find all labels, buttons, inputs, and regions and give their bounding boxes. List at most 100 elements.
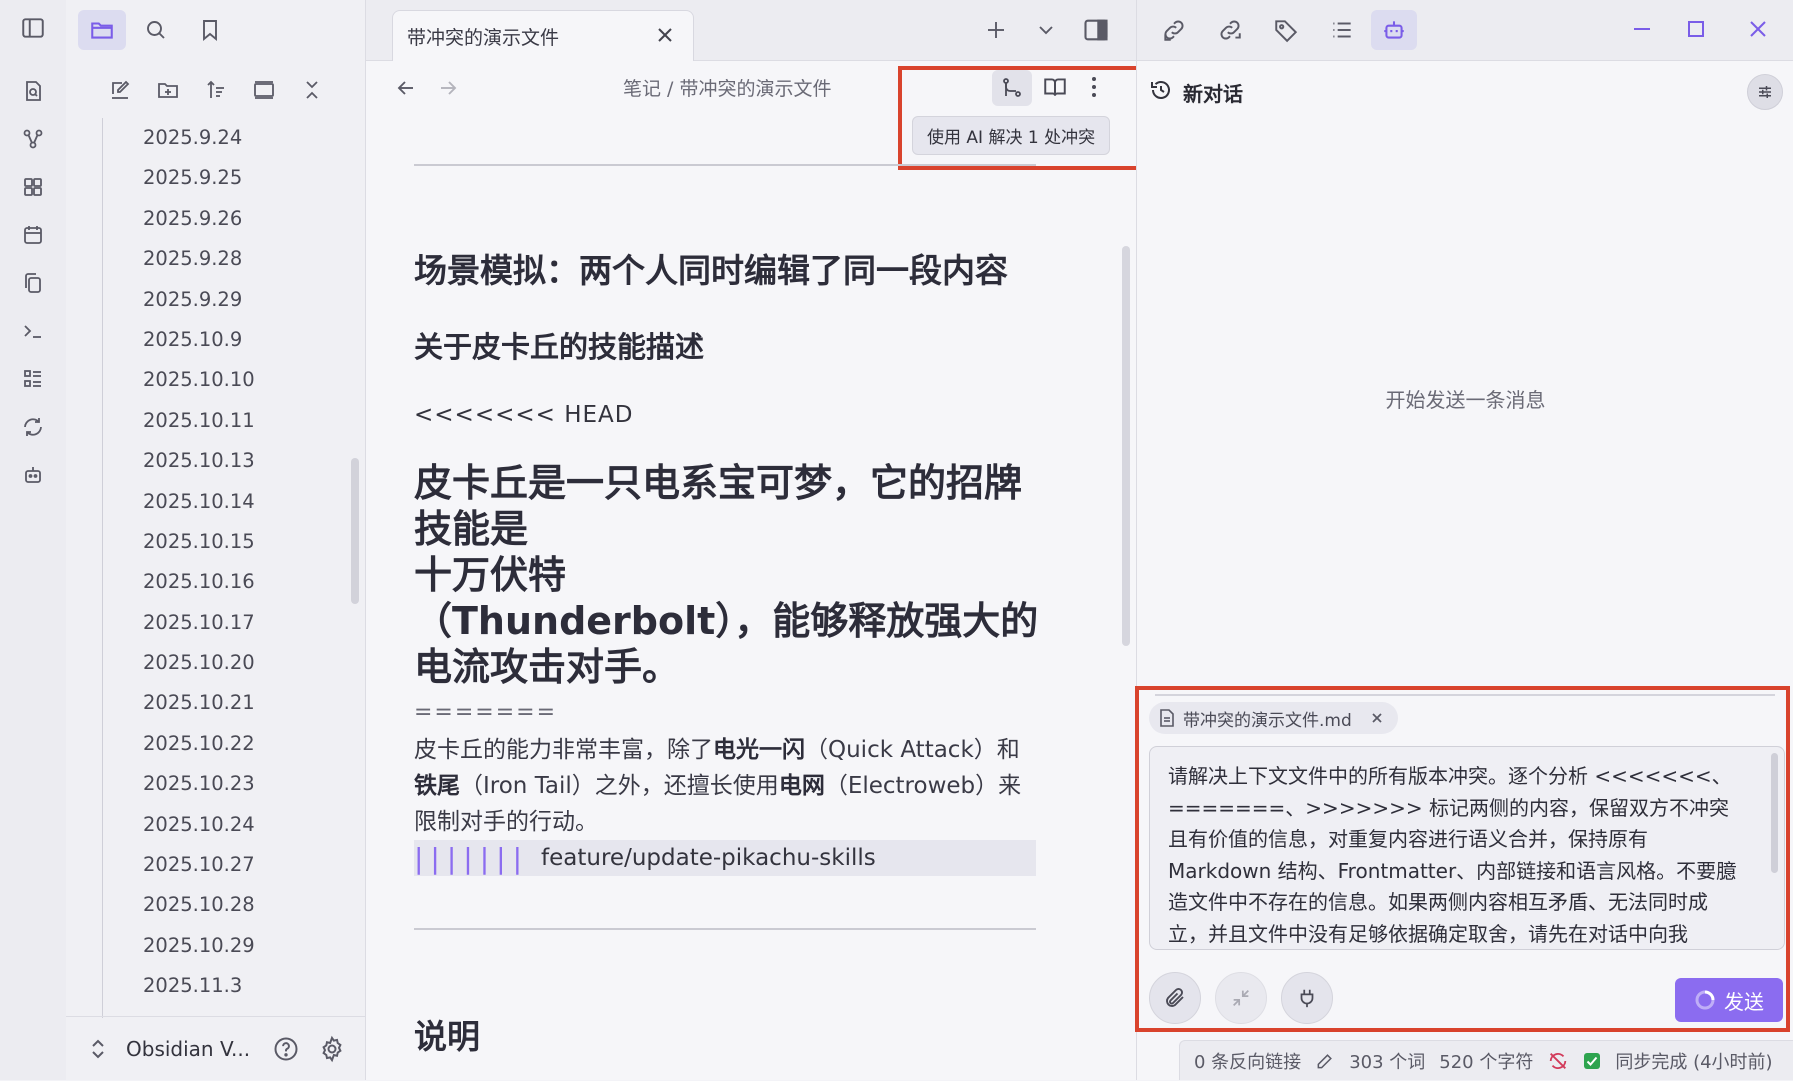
- status-backlinks[interactable]: 0 条反向链接: [1194, 1048, 1301, 1074]
- para-bold: 铁尾: [414, 773, 460, 799]
- vault-name[interactable]: Obsidian V...: [126, 1037, 250, 1061]
- file-tree-item[interactable]: 2025.10.13: [103, 441, 353, 481]
- close-all-icon[interactable]: [292, 70, 332, 110]
- tab-title: 带冲突的演示文件: [407, 27, 560, 49]
- files-icon[interactable]: [78, 10, 126, 50]
- conflict-heading-line: 电流攻击对手。: [414, 645, 681, 689]
- para-text: 皮卡丘的能力非常丰富，除了: [414, 737, 713, 763]
- sync-success-check-icon: [1584, 1052, 1601, 1069]
- status-char-count: 520 个字符: [1439, 1051, 1534, 1073]
- terminal-icon[interactable]: [14, 312, 52, 350]
- new-note-icon[interactable]: [100, 70, 140, 110]
- file-tree-item[interactable]: 2025.10.16: [103, 562, 353, 602]
- status-sync[interactable]: 同步完成 (4小时前): [1615, 1048, 1772, 1074]
- canvas-icon[interactable]: [14, 168, 52, 206]
- tab-bar: 带冲突的演示文件: [366, 0, 1136, 61]
- vault-switcher-bar: Obsidian V...: [66, 1016, 365, 1081]
- file-tree-item[interactable]: 2025.10.23: [103, 764, 353, 804]
- file-tree-item[interactable]: 2025.10.10: [103, 360, 353, 400]
- breadcrumb[interactable]: 笔记 / 带冲突的演示文件: [623, 74, 831, 101]
- heading-1: 场景模拟：两个人同时编辑了同一段内容: [414, 251, 1008, 290]
- settings-gear-icon[interactable]: [318, 1035, 346, 1063]
- bookmark-icon[interactable]: [186, 10, 234, 50]
- highlight-box-toolbar: [898, 66, 1146, 170]
- file-tree-item[interactable]: 2025.10.15: [103, 522, 353, 562]
- file-tree-item[interactable]: 2025.10.21: [103, 683, 353, 723]
- file-tree-item[interactable]: 2025.9.25: [103, 158, 353, 198]
- conflict-tail-marks: |||||||: [414, 841, 530, 875]
- help-icon[interactable]: [272, 1035, 300, 1063]
- sort-icon[interactable]: [196, 70, 236, 110]
- chat-title: 新对话: [1183, 82, 1243, 106]
- new-tab-icon[interactable]: [984, 18, 1008, 42]
- para-text: （Quick Attack）和: [805, 737, 1020, 763]
- file-tree-item[interactable]: 2025.11.3: [103, 966, 353, 1006]
- file-tree-item[interactable]: 2025.10.24: [103, 805, 353, 845]
- right-sidebar-toggle-icon[interactable]: [1082, 16, 1110, 44]
- maximize-window-icon[interactable]: [1671, 8, 1721, 50]
- editor-scrollbar[interactable]: [1122, 246, 1130, 646]
- outline-icon[interactable]: [1319, 10, 1365, 50]
- graph-view-icon[interactable]: [14, 120, 52, 158]
- ai-assistant-bot-icon[interactable]: [1371, 10, 1417, 50]
- file-tree-item[interactable]: 2025.10.29: [103, 926, 353, 966]
- empty-chat-message: 开始发送一条消息: [1385, 388, 1546, 412]
- sidebar-toggle-icon[interactable]: [14, 9, 52, 47]
- close-tab-icon[interactable]: [655, 25, 675, 45]
- right-panel-toolbar: [1137, 0, 1793, 61]
- file-tree-item[interactable]: 2025.10.28: [103, 885, 353, 925]
- heading-explain: 说明: [414, 1017, 480, 1056]
- tab-active-note[interactable]: 带冲突的演示文件: [392, 10, 694, 61]
- backlinks-icon[interactable]: [1151, 10, 1197, 50]
- edit-pencil-icon[interactable]: [1315, 1051, 1335, 1071]
- list-icon[interactable]: [14, 360, 52, 398]
- search-document-icon[interactable]: [14, 72, 52, 110]
- paragraph: 皮卡丘的能力非常丰富，除了电光一闪（Quick Attack）和铁尾（Iron …: [414, 732, 1039, 840]
- chat-settings-sliders-icon[interactable]: [1747, 74, 1783, 110]
- file-tree-item[interactable]: 2025.10.9: [103, 320, 353, 360]
- file-tree-item[interactable]: 2025.9.29: [103, 280, 353, 320]
- outgoing-links-icon[interactable]: [1207, 10, 1253, 50]
- divider-bottom: [414, 928, 1036, 930]
- collapse-view-icon[interactable]: [244, 70, 284, 110]
- para-text: （Iron Tail）之外，还擅长使用: [460, 773, 779, 799]
- file-tree-item[interactable]: 2025.9.28: [103, 239, 353, 279]
- conflict-heading-line: 十万伏特: [414, 553, 567, 597]
- forward-arrow-icon[interactable]: [436, 76, 460, 100]
- file-tree: 2025.9.24 2025.9.25 2025.9.26 2025.9.28 2025…: [102, 118, 353, 1018]
- status-word-count: 303 个词: [1349, 1051, 1426, 1073]
- tab-list-chevron-icon[interactable]: [1034, 18, 1058, 42]
- copy-icon[interactable]: [14, 264, 52, 302]
- divider-top: [414, 164, 1036, 166]
- file-tree-item[interactable]: 2025.10.14: [103, 482, 353, 522]
- close-window-icon[interactable]: [1733, 8, 1783, 50]
- file-explorer-sidebar: 2025.9.24 2025.9.25 2025.9.26 2025.9.28 2025…: [66, 0, 366, 1080]
- back-arrow-icon[interactable]: [394, 76, 418, 100]
- sidebar-scrollbar[interactable]: [351, 458, 359, 604]
- sync-icon[interactable]: [14, 408, 52, 446]
- ai-chat-panel: 新对话 开始发送一条消息 带冲突的演示文件.md 请解决上下文文件中的所有版本冲…: [1135, 0, 1793, 1080]
- tags-icon[interactable]: [1263, 10, 1309, 50]
- file-tree-item[interactable]: 2025.9.26: [103, 199, 353, 239]
- conflict-heading-block: 皮卡丘是一只电系宝可梦，它的招牌技能是 十万伏特 （Thunderbolt），能…: [414, 460, 1044, 690]
- file-tree-item[interactable]: 2025.9.24: [103, 118, 353, 158]
- file-tree-item[interactable]: 2025.10.17: [103, 603, 353, 643]
- ribbon: [0, 0, 67, 1080]
- file-tree-item[interactable]: 2025.10.20: [103, 643, 353, 683]
- search-icon[interactable]: [132, 10, 180, 50]
- history-icon[interactable]: [1149, 78, 1173, 102]
- calendar-icon[interactable]: [14, 216, 52, 254]
- file-tree-item[interactable]: 2025.10.27: [103, 845, 353, 885]
- highlight-box-composer: [1135, 686, 1790, 1032]
- bot-icon[interactable]: [14, 456, 52, 494]
- conflict-heading-line: （Thunderbolt），能够释放强大的: [414, 599, 1039, 643]
- sync-conflict-icon[interactable]: [1547, 1050, 1569, 1072]
- chevron-updown-icon[interactable]: [88, 1037, 108, 1061]
- new-folder-icon[interactable]: [148, 70, 188, 110]
- conflict-marker-head: <<<<<<< HEAD: [414, 402, 634, 428]
- file-tree-item[interactable]: 2025.10.11: [103, 401, 353, 441]
- minimize-window-icon[interactable]: [1617, 8, 1667, 50]
- heading-2: 关于皮卡丘的技能描述: [414, 330, 705, 364]
- file-tree-item[interactable]: 2025.10.22: [103, 724, 353, 764]
- status-bar: 0 条反向链接 303 个词 520 个字符 同步完成 (4小时前): [1179, 1040, 1793, 1080]
